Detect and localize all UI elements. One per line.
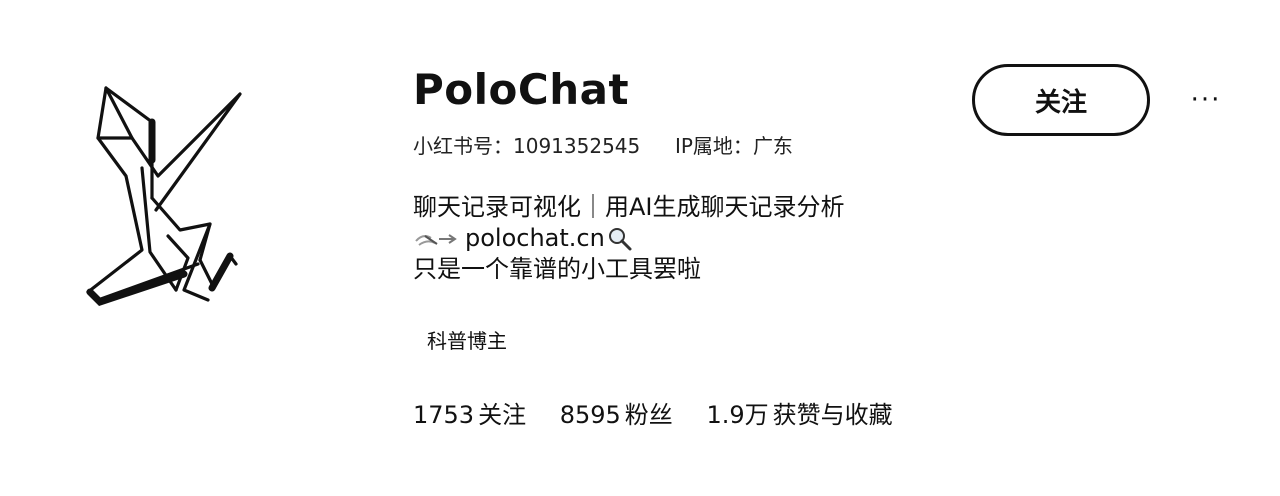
profile-bio: 聊天记录可视化｜用AI生成聊天记录分析 polochat.cn 只是一个靠谱的小… xyxy=(413,192,953,285)
profile-tag[interactable]: 科普博主 xyxy=(427,327,507,355)
stat-label: 获赞与收藏 xyxy=(772,401,893,429)
stat-following[interactable]: 1753 关注 xyxy=(413,399,526,431)
stat-followers[interactable]: 8595 粉丝 xyxy=(560,399,673,431)
bio-line: 只是一个靠谱的小工具罢啦 xyxy=(413,255,701,283)
link-emoji-icon xyxy=(413,227,465,251)
bio-link-line[interactable]: polochat.cn xyxy=(413,223,953,254)
stat-number: 1.9万 xyxy=(706,401,769,429)
more-options-button[interactable]: ··· xyxy=(1186,82,1226,118)
id-value: 1091352545 xyxy=(513,134,641,158)
ip-value: 广东 xyxy=(752,134,793,158)
paper-crane-icon xyxy=(86,86,242,307)
avatar[interactable] xyxy=(80,80,250,310)
bio-link[interactable]: polochat.cn xyxy=(465,223,605,254)
profile-page: PoloChat 小红书号：1091352545 IP属地：广东 聊天记录可视化… xyxy=(0,0,1280,496)
stat-number: 8595 xyxy=(559,401,621,429)
id-label: 小红书号： xyxy=(413,134,513,158)
stat-likes[interactable]: 1.9万 获赞与收藏 xyxy=(706,399,892,431)
profile-stats: 1753 关注 8595 粉丝 1.9万 获赞与收藏 xyxy=(413,399,953,431)
ip-label: IP属地： xyxy=(674,134,753,158)
stat-number: 1753 xyxy=(413,401,475,429)
profile-name: PoloChat xyxy=(413,65,630,114)
stat-label: 关注 xyxy=(478,401,527,429)
bio-line: 聊天记录可视化｜用AI生成聊天记录分析 xyxy=(413,193,845,221)
stat-label: 粉丝 xyxy=(624,401,673,429)
profile-info: PoloChat 小红书号：1091352545 IP属地：广东 聊天记录可视化… xyxy=(413,64,953,431)
profile-meta: 小红书号：1091352545 IP属地：广东 xyxy=(413,132,953,160)
follow-button[interactable]: 关注 xyxy=(972,64,1150,136)
magnifier-icon xyxy=(607,226,633,252)
